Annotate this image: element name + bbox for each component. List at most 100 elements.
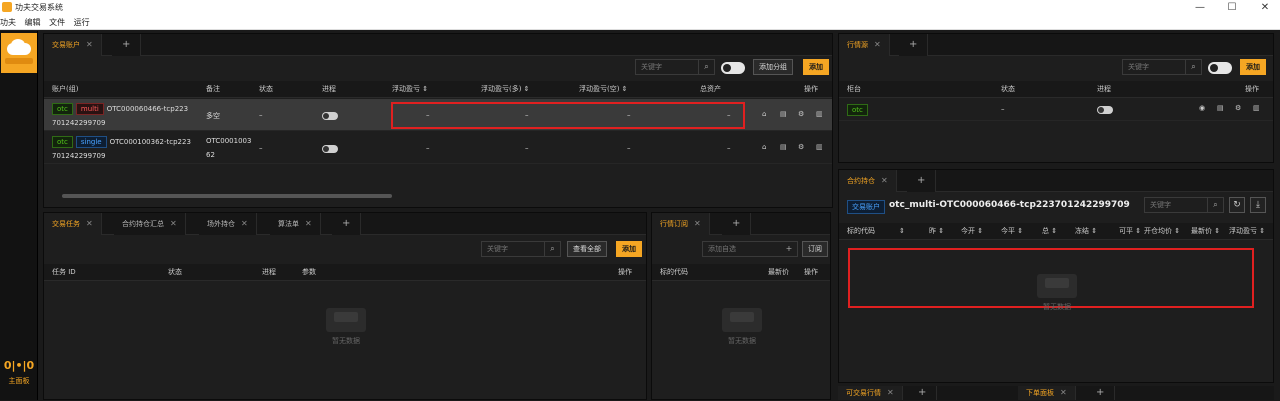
col-account: 账户(组) [52, 85, 79, 93]
col-today-close[interactable]: 今平 ⇕ [1001, 223, 1023, 240]
col-closable[interactable]: 可平 ⇕ [1119, 223, 1141, 240]
window-title: 功夫交易系统 [15, 3, 63, 12]
tab-label: 合约持仓汇总 [122, 220, 164, 228]
search-icon[interactable]: ⌕ [544, 242, 560, 256]
menu-edit[interactable]: 编辑 [25, 15, 41, 30]
close-icon[interactable]: ✕ [241, 219, 248, 228]
table-row[interactable]: otc single OTC000100362-tcp223 70124229970… [44, 132, 832, 164]
maximize-button[interactable]: ☐ [1217, 0, 1247, 15]
subscribe-button[interactable]: 订阅 [802, 241, 828, 257]
add-tab-button[interactable]: + [1086, 386, 1116, 400]
tag-otc: otc [52, 136, 73, 148]
gear-icon[interactable]: ⚙ [1235, 104, 1241, 112]
trash-icon[interactable]: ▥ [1253, 104, 1260, 112]
add-watchlist-input[interactable] [703, 242, 783, 256]
tab-otc-positions[interactable]: 场外持仓 ✕ [199, 213, 257, 235]
close-icon[interactable]: ✕ [170, 219, 177, 228]
search-icon[interactable]: ⌕ [1207, 198, 1223, 212]
tab-contract-position-summary[interactable]: 合约持仓汇总 ✕ [114, 213, 186, 235]
market-source-tabbar: 行情源 ✕ + [839, 34, 1273, 56]
close-icon[interactable]: ✕ [305, 219, 312, 228]
col-float-pnl[interactable]: 浮动盈亏 ⇕ [1229, 223, 1265, 240]
refresh-icon[interactable]: ↻ [1229, 197, 1245, 213]
col-last-price[interactable]: 最新价 ⇕ [1191, 223, 1220, 240]
account-name: OTC000100362-tcp223 [109, 138, 191, 146]
search-icon[interactable]: ⌕ [698, 60, 714, 74]
horizontal-scrollbar[interactable] [62, 194, 392, 198]
tab-order-panel[interactable]: 下单面板 ✕ [1018, 386, 1076, 400]
close-icon[interactable]: ✕ [1060, 388, 1067, 397]
table-row[interactable]: otc – ◉ ▤ ⚙ ▥ [839, 99, 1273, 121]
close-icon[interactable]: ✕ [881, 176, 888, 185]
tab-tradable-quotes[interactable]: 可交易行情 ✕ [838, 386, 903, 400]
close-icon[interactable]: ✕ [86, 40, 93, 49]
tab-label: 场外持仓 [207, 220, 235, 228]
eye-icon[interactable]: ◉ [1199, 104, 1205, 112]
search-input[interactable] [1145, 198, 1207, 212]
bank-icon[interactable]: ⌂ [762, 110, 766, 118]
sidebar-item-main-panel[interactable]: 0|•|0 主面板 [0, 353, 38, 401]
process-toggle[interactable] [322, 112, 338, 120]
tab-contract-positions[interactable]: 合约持仓 ✕ [839, 170, 897, 192]
trash-icon[interactable]: ▥ [816, 110, 823, 118]
tab-label: 可交易行情 [846, 389, 881, 397]
bank-icon[interactable]: ⌂ [762, 143, 766, 151]
col-float-pnl-long[interactable]: 浮动盈亏(多) ⇕ [481, 81, 530, 98]
add-tab-button[interactable]: + [899, 34, 929, 56]
view-all-button[interactable]: 查看全部 [567, 241, 607, 257]
col-today-open[interactable]: 今开 ⇕ [961, 223, 983, 240]
add-button[interactable]: 添加 [803, 59, 829, 75]
document-icon[interactable]: ▤ [1217, 104, 1224, 112]
add-group-button[interactable]: 添加分组 [753, 59, 793, 75]
add-tab-button[interactable]: + [908, 386, 938, 400]
search-icon[interactable]: ⌕ [1185, 60, 1201, 74]
close-icon[interactable]: ✕ [86, 219, 93, 228]
search-input[interactable] [482, 242, 544, 256]
accounts-toggle[interactable] [721, 62, 745, 74]
add-tab-button[interactable]: + [112, 34, 142, 56]
menu-file[interactable]: 文件 [49, 15, 65, 30]
add-tab-button[interactable]: + [332, 213, 362, 235]
col-float-pnl[interactable]: 浮动盈亏 ⇕ [392, 81, 428, 98]
col-direction[interactable]: ⇕ [899, 223, 905, 240]
add-tab-button[interactable]: + [722, 213, 752, 235]
col-total[interactable]: 总 ⇕ [1042, 223, 1057, 240]
menu-kungfu[interactable]: 功夫 [0, 15, 16, 30]
float-pnl-long: – [525, 144, 529, 152]
document-icon[interactable]: ▤ [780, 143, 787, 151]
gear-icon[interactable]: ⚙ [798, 143, 804, 151]
add-tab-button[interactable]: + [907, 170, 937, 192]
col-process: 进程 [1097, 85, 1111, 93]
empty-state: 暂无数据 [316, 308, 376, 346]
close-icon[interactable]: ✕ [694, 219, 701, 228]
menu-run[interactable]: 运行 [74, 15, 90, 30]
close-icon[interactable]: ✕ [887, 388, 894, 397]
col-frozen[interactable]: 冻结 ⇕ [1075, 223, 1097, 240]
tab-trading-tasks[interactable]: 交易任务 ✕ [44, 213, 102, 235]
account-status: – [259, 144, 263, 152]
add-button[interactable]: 添加 [1240, 59, 1266, 75]
market-source-toggle[interactable] [1208, 62, 1232, 74]
tab-trading-accounts[interactable]: 交易账户 ✕ [44, 34, 102, 56]
col-float-pnl-short[interactable]: 浮动盈亏(空) ⇕ [579, 81, 628, 98]
col-avg-open-price[interactable]: 开仓均价 ⇕ [1144, 223, 1180, 240]
close-icon[interactable]: ✕ [874, 40, 881, 49]
col-yesterday[interactable]: 昨 ⇕ [929, 223, 944, 240]
document-icon[interactable]: ▤ [780, 110, 787, 118]
close-button[interactable]: ✕ [1250, 0, 1280, 15]
process-toggle[interactable] [1097, 106, 1113, 114]
app-logo [1, 33, 37, 73]
plus-icon[interactable]: + [781, 242, 797, 256]
search-input[interactable] [1123, 60, 1185, 74]
col-actions: 操作 [618, 268, 632, 276]
minimize-button[interactable]: — [1185, 0, 1215, 15]
add-button[interactable]: 添加 [616, 241, 642, 257]
download-icon[interactable]: ⤓ [1250, 197, 1266, 213]
gear-icon[interactable]: ⚙ [798, 110, 804, 118]
trash-icon[interactable]: ▥ [816, 143, 823, 151]
process-toggle[interactable] [322, 145, 338, 153]
tab-market-source[interactable]: 行情源 ✕ [839, 34, 890, 56]
tab-quote-subscription[interactable]: 行情订阅 ✕ [652, 213, 710, 235]
tab-algo-orders[interactable]: 算法单 ✕ [270, 213, 321, 235]
search-input[interactable] [636, 60, 698, 74]
